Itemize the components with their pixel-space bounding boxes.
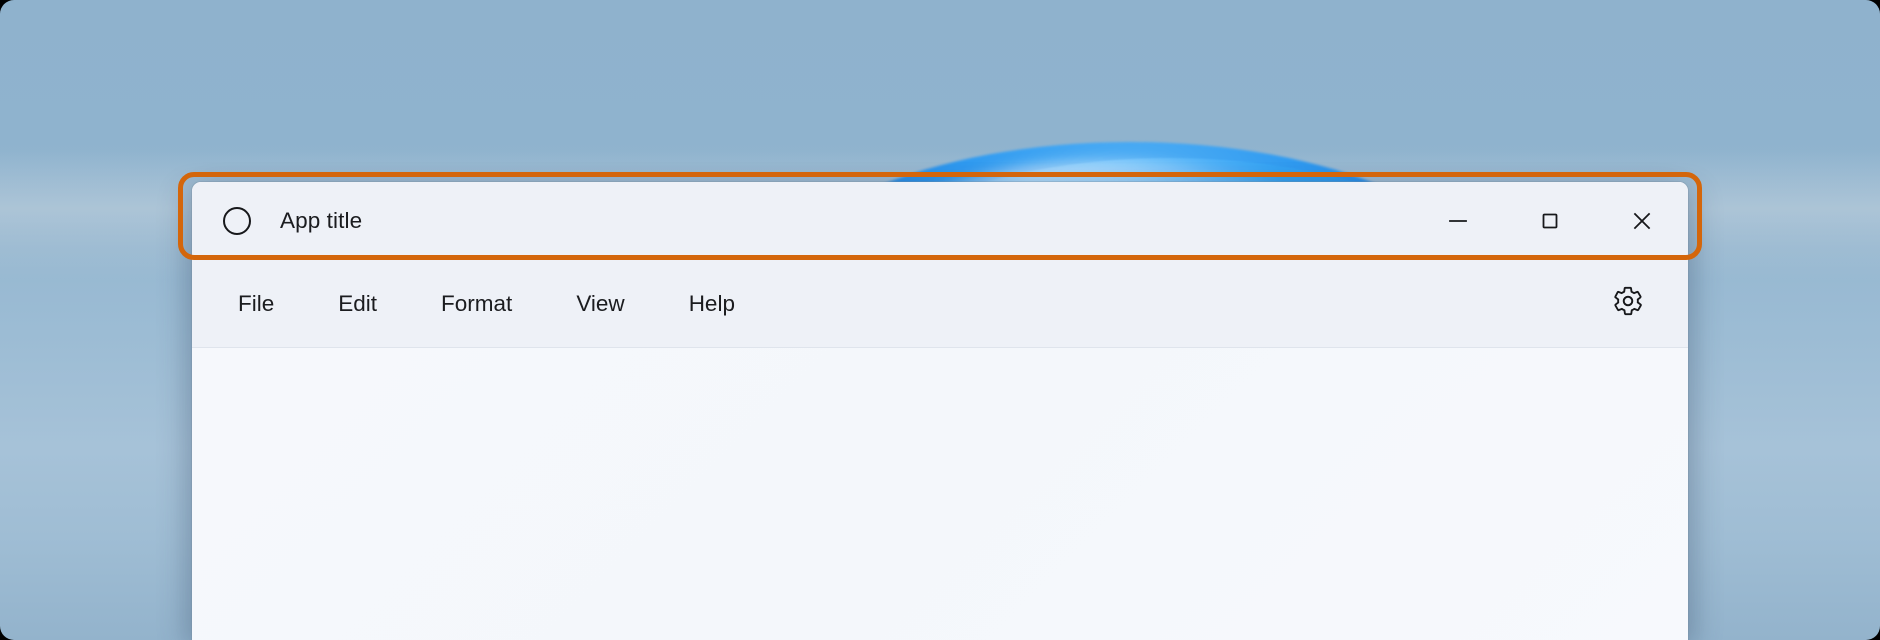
app-icon-circle-icon [223, 207, 251, 235]
title-bar[interactable]: App title [192, 182, 1688, 260]
window-title: App title [280, 208, 363, 233]
close-icon [1629, 208, 1655, 234]
close-button[interactable] [1596, 182, 1688, 260]
window-controls [1412, 182, 1688, 260]
menu-item-edit[interactable]: Edit [322, 284, 393, 324]
menu-item-format[interactable]: Format [425, 284, 528, 324]
minimize-icon [1445, 208, 1471, 234]
menu-item-file[interactable]: File [222, 284, 290, 324]
minimize-button[interactable] [1412, 182, 1504, 260]
desktop: App title File Edit Format View Help [0, 0, 1880, 640]
menu-bar: File Edit Format View Help [192, 260, 1688, 348]
settings-button[interactable] [1604, 280, 1652, 328]
menu-item-help[interactable]: Help [673, 284, 751, 324]
content-area[interactable] [192, 348, 1688, 640]
menu-item-view[interactable]: View [560, 284, 640, 324]
app-window: App title File Edit Format View Help [192, 182, 1688, 640]
gear-icon [1612, 285, 1644, 322]
maximize-button[interactable] [1504, 182, 1596, 260]
maximize-icon [1537, 208, 1563, 234]
